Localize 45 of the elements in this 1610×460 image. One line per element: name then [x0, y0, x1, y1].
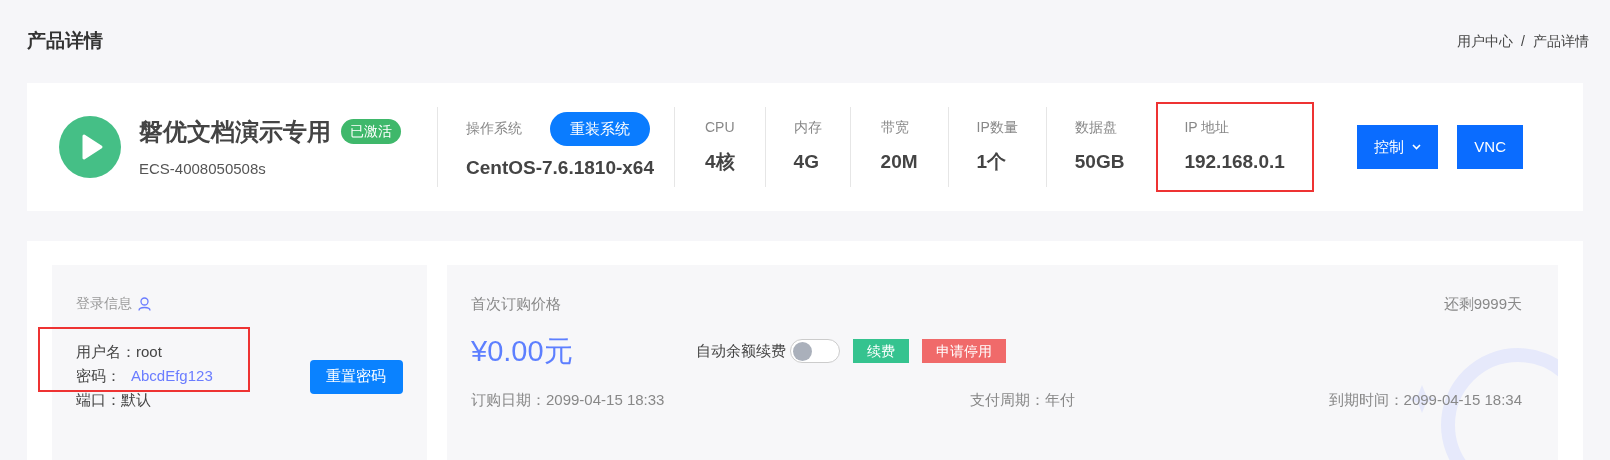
play-icon: [59, 116, 121, 178]
spec-value: 192.168.0.1: [1184, 150, 1286, 175]
field-label: 端口：: [76, 390, 121, 410]
chevron-down-icon: [1412, 144, 1422, 150]
spec-value: CentOS-7.6.1810-x64: [466, 155, 654, 180]
field-label: 用户名：: [76, 342, 136, 362]
section-title: 首次订购价格: [471, 294, 561, 314]
breadcrumb-text: /: [1521, 32, 1525, 51]
renew-button[interactable]: 续费: [853, 339, 909, 364]
page-title: 产品详情: [27, 29, 103, 54]
user-icon: [138, 296, 151, 311]
section-title: 登录信息: [76, 294, 132, 313]
status-badge: 已激活: [341, 119, 401, 145]
breadcrumb-text: 产品详情: [1533, 32, 1589, 51]
spec-label: 操作系统: [466, 119, 522, 139]
toggle-switch[interactable]: [790, 339, 840, 364]
info-text: 订购日期：2099-04-15 18:33: [471, 390, 665, 410]
spec-value: 20M: [880, 150, 918, 175]
spec-label: IP 地址: [1184, 118, 1231, 138]
spec-label: IP数量: [976, 118, 1018, 138]
suspend-button[interactable]: 申请停用: [922, 339, 1006, 364]
product-name: 磐优文档演示专用: [139, 116, 331, 147]
breadcrumb-link[interactable]: 用户中心: [1457, 31, 1514, 52]
control-dropdown[interactable]: 控制: [1357, 125, 1439, 169]
toggle-label: 自动余额续费: [696, 341, 786, 361]
spec-value: 4G: [793, 150, 820, 175]
price: ¥0.00元: [471, 333, 574, 369]
field-value: 默认: [121, 390, 151, 410]
field-label: 密码：: [76, 366, 121, 386]
spec-label: 数据盘: [1074, 118, 1118, 138]
reset-password-button[interactable]: 重置密码: [309, 359, 403, 394]
product-id: ECS-4008050508s: [139, 158, 267, 179]
info-text: 到期时间：2099-04-15 18:34: [1328, 390, 1522, 410]
spec-label: 带宽: [880, 118, 910, 138]
reinstall-button[interactable]: 重装系统: [550, 111, 650, 146]
info-text: 支付周期：年付: [970, 390, 1075, 410]
field-value: AbcdEfg123: [131, 366, 213, 386]
remaining-days: 还剩9999天: [1443, 293, 1522, 316]
spec-value: 50GB: [1074, 150, 1125, 175]
field-value: root: [136, 342, 162, 362]
spec-label: CPU: [705, 118, 735, 138]
spec-value: 1个: [976, 150, 1008, 175]
vnc-button[interactable]: VNC: [1457, 125, 1523, 169]
spec-label: 内存: [793, 118, 822, 138]
spec-value: 4核: [705, 150, 735, 175]
